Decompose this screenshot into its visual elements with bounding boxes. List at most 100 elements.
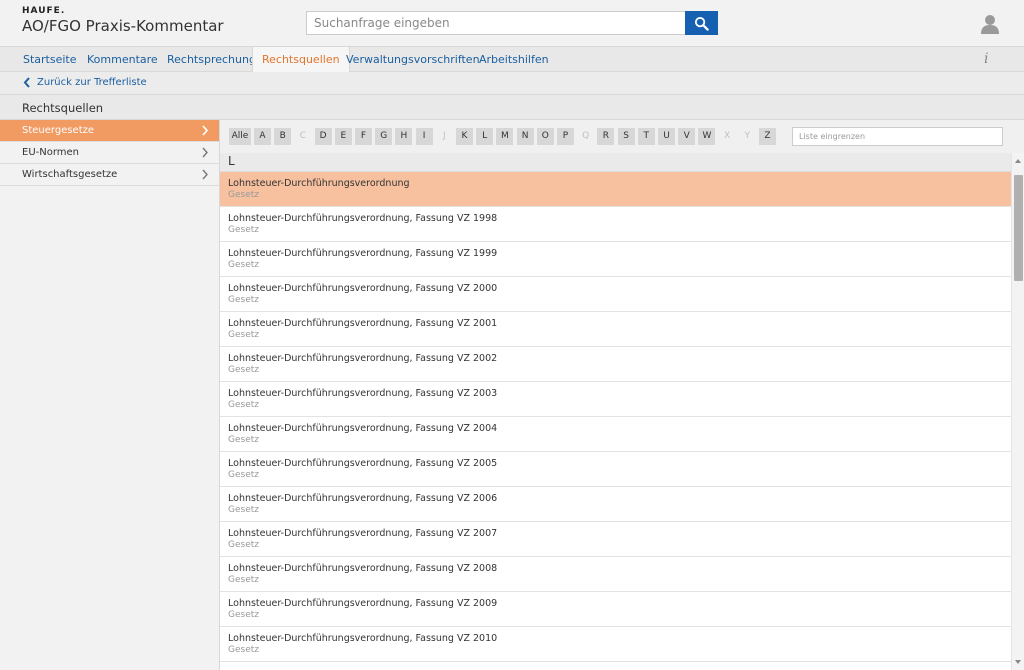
list-item[interactable]: Lohnsteuer-Durchführungsverordnung, Fass… bbox=[220, 452, 1012, 487]
user-icon[interactable] bbox=[979, 13, 1001, 35]
letter-alle-button[interactable]: Alle bbox=[229, 128, 251, 145]
list-item[interactable]: Lohnsteuer-Durchführungsverordnung, Fass… bbox=[220, 312, 1012, 347]
list-item-type: Gesetz bbox=[228, 225, 259, 235]
letter-g-button[interactable]: G bbox=[375, 128, 393, 145]
letter-h-button[interactable]: H bbox=[395, 128, 413, 145]
app-title: AO/FGO Praxis-Kommentar bbox=[22, 17, 224, 35]
list-item-title: Lohnsteuer-Durchführungsverordnung, Fass… bbox=[228, 318, 498, 329]
results-list: Lohnsteuer-Durchführungsverordnung Gesetz… bbox=[220, 172, 1012, 670]
list-item[interactable]: Lohnsteuer-Durchführungsverordnung, Fass… bbox=[220, 242, 1012, 277]
letter-n-button[interactable]: N bbox=[516, 128, 534, 145]
nav-rechtsquellen[interactable]: Rechtsquellen bbox=[252, 47, 350, 72]
sidebar-item-wirtschaftsgesetze[interactable]: Wirtschaftsgesetze bbox=[0, 164, 219, 186]
page-title: Rechtsquellen bbox=[0, 95, 1024, 120]
sidebar-item-steuergesetze[interactable]: Steuergesetze bbox=[0, 120, 219, 142]
letter-q-button: Q bbox=[582, 131, 590, 141]
list-item-title: Lohnsteuer-Durchführungsverordnung, Fass… bbox=[228, 598, 498, 609]
list-item-type: Gesetz bbox=[228, 330, 259, 340]
content-panel: Alle ABCDEFGHIJKLMNOPQRSTUVWX YZ Liste ei… bbox=[219, 120, 1024, 670]
letter-x-button: X bbox=[724, 131, 731, 141]
nav-verwaltungsvorschriften[interactable]: Verwaltungsvorschriften bbox=[337, 47, 489, 72]
nav-startseite[interactable]: Startseite bbox=[14, 47, 86, 72]
search-input[interactable]: Suchanfrage eingeben bbox=[306, 11, 686, 35]
list-item-title: Lohnsteuer-Durchführungsverordnung, Fass… bbox=[228, 423, 498, 434]
letter-t-button[interactable]: T bbox=[637, 128, 655, 145]
chevron-left-icon bbox=[23, 77, 30, 88]
list-item-title: Lohnsteuer-Durchführungsverordnung, Fass… bbox=[228, 388, 498, 399]
list-item-title: Lohnsteuer-Durchführungsverordnung, Fass… bbox=[228, 563, 498, 574]
list-item-type: Gesetz bbox=[228, 365, 259, 375]
letter-a-button[interactable]: A bbox=[254, 128, 271, 145]
list-filter-input[interactable]: Liste eingrenzen bbox=[792, 127, 1003, 146]
info-icon[interactable]: i bbox=[984, 51, 988, 67]
scroll-up-arrow[interactable] bbox=[1015, 159, 1021, 163]
list-item-type: Gesetz bbox=[228, 260, 259, 270]
list-item-title: Lohnsteuer-Durchführungsverordnung, Fass… bbox=[228, 248, 498, 259]
list-item-type: Gesetz bbox=[228, 540, 259, 550]
list-item[interactable]: Lohnsteuer-Durchführungsverordnung, Fass… bbox=[220, 557, 1012, 592]
sidebar-item-label: Steuergesetze bbox=[22, 125, 95, 136]
list-item[interactable]: Lohnsteuer-Durchführungsverordnung, Fass… bbox=[220, 347, 1012, 382]
letter-w-button[interactable]: W bbox=[698, 128, 716, 145]
search-button[interactable] bbox=[685, 11, 718, 35]
letter-z-button[interactable]: Z bbox=[759, 128, 776, 145]
nav-arbeitshilfen[interactable]: Arbeitshilfen bbox=[470, 47, 558, 72]
list-item-type: Gesetz bbox=[228, 400, 259, 410]
list-item[interactable]: Lohnsteuer-Durchführungsverordnung Gesetz bbox=[220, 172, 1012, 207]
sidebar-item-eu-normen[interactable]: EU-Normen bbox=[0, 142, 219, 164]
letter-p-button[interactable]: P bbox=[557, 128, 574, 145]
scroll-down-arrow[interactable] bbox=[1015, 660, 1021, 664]
chevron-right-icon bbox=[202, 125, 209, 136]
list-item[interactable]: Lohnsteuer-Durchführungsverordnung, Fass… bbox=[220, 627, 1012, 662]
letter-u-button[interactable]: U bbox=[658, 128, 675, 145]
list-item-title: Lohnsteuer-Durchführungsverordnung, Fass… bbox=[228, 528, 498, 539]
list-item[interactable]: Lohnsteuer-Durchführungsverordnung, Fass… bbox=[220, 592, 1012, 627]
list-item-title: Lohnsteuer-Durchführungsverordnung, Fass… bbox=[228, 353, 498, 364]
letter-l-button[interactable]: L bbox=[476, 128, 494, 145]
letter-j-button: J bbox=[442, 131, 446, 141]
sidebar-item-label: Wirtschaftsgesetze bbox=[22, 169, 118, 180]
list-item-title: Lohnsteuer-Durchführungsverordnung, Fass… bbox=[228, 283, 498, 294]
list-item[interactable]: Lohnsteuer-Durchführungsverordnung, Fass… bbox=[220, 207, 1012, 242]
list-item-type: Gesetz bbox=[228, 610, 259, 620]
scroll-thumb[interactable] bbox=[1014, 175, 1023, 281]
list-item[interactable]: Lohnsteuer-Durchführungsverordnung, Fass… bbox=[220, 522, 1012, 557]
letter-k-button[interactable]: K bbox=[456, 128, 473, 145]
list-item-title: Lohnsteuer-Durchführungsverordnung, Fass… bbox=[228, 493, 498, 504]
letter-s-button[interactable]: S bbox=[617, 128, 635, 145]
back-link[interactable]: Zurück zur Trefferliste bbox=[0, 72, 1024, 95]
list-item-title: Lohnsteuer-Durchführungsverordnung bbox=[228, 178, 410, 189]
alphabet-filter-bar: Alle ABCDEFGHIJKLMNOPQRSTUVWX YZ Liste ei… bbox=[220, 120, 1024, 153]
list-item[interactable]: Lohnsteuer-Durchführungsverordnung, Fass… bbox=[220, 382, 1012, 417]
letter-m-button[interactable]: M bbox=[496, 128, 514, 145]
list-group-header: L bbox=[220, 153, 1012, 172]
letter-d-button[interactable]: D bbox=[314, 128, 332, 145]
list-item-type: Gesetz bbox=[228, 190, 259, 200]
list-item-type: Gesetz bbox=[228, 645, 259, 655]
letter-c-button: C bbox=[299, 131, 307, 141]
letter-b-button[interactable]: B bbox=[274, 128, 292, 145]
list-scrollbar[interactable] bbox=[1011, 153, 1024, 670]
nav-rechtsprechung[interactable]: Rechtsprechung bbox=[158, 47, 265, 72]
list-item[interactable]: Lohnsteuer-Durchführungsverordnung, Fass… bbox=[220, 277, 1012, 312]
chevron-right-icon bbox=[202, 147, 208, 158]
list-item-type: Gesetz bbox=[228, 295, 259, 305]
nav-kommentare[interactable]: Kommentare bbox=[78, 47, 167, 72]
letter-o-button[interactable]: O bbox=[536, 128, 554, 145]
main-nav: Startseite Kommentare Rechtsprechung Rec… bbox=[0, 46, 1024, 72]
letter-v-button[interactable]: V bbox=[678, 128, 696, 145]
letter-r-button[interactable]: R bbox=[597, 128, 615, 145]
list-item-type: Gesetz bbox=[228, 470, 259, 480]
list-item[interactable]: Lohnsteuer-Durchführungsverordnung, Fass… bbox=[220, 487, 1012, 522]
back-link-label: Zurück zur Trefferliste bbox=[37, 77, 147, 88]
list-item-type: Gesetz bbox=[228, 505, 259, 515]
brand-logo: HAUFE. bbox=[22, 6, 66, 16]
letter-i-button[interactable]: I bbox=[415, 128, 433, 145]
letter-f-button[interactable]: F bbox=[355, 128, 372, 145]
chevron-right-icon bbox=[202, 169, 208, 180]
letter-e-button[interactable]: E bbox=[334, 128, 352, 145]
list-item-title: Lohnsteuer-Durchführungsverordnung, Fass… bbox=[228, 633, 498, 644]
letter-y-button: Y bbox=[744, 131, 751, 141]
list-item[interactable]: Lohnsteuer-Durchführungsverordnung, Fass… bbox=[220, 417, 1012, 452]
search-icon bbox=[694, 16, 709, 31]
